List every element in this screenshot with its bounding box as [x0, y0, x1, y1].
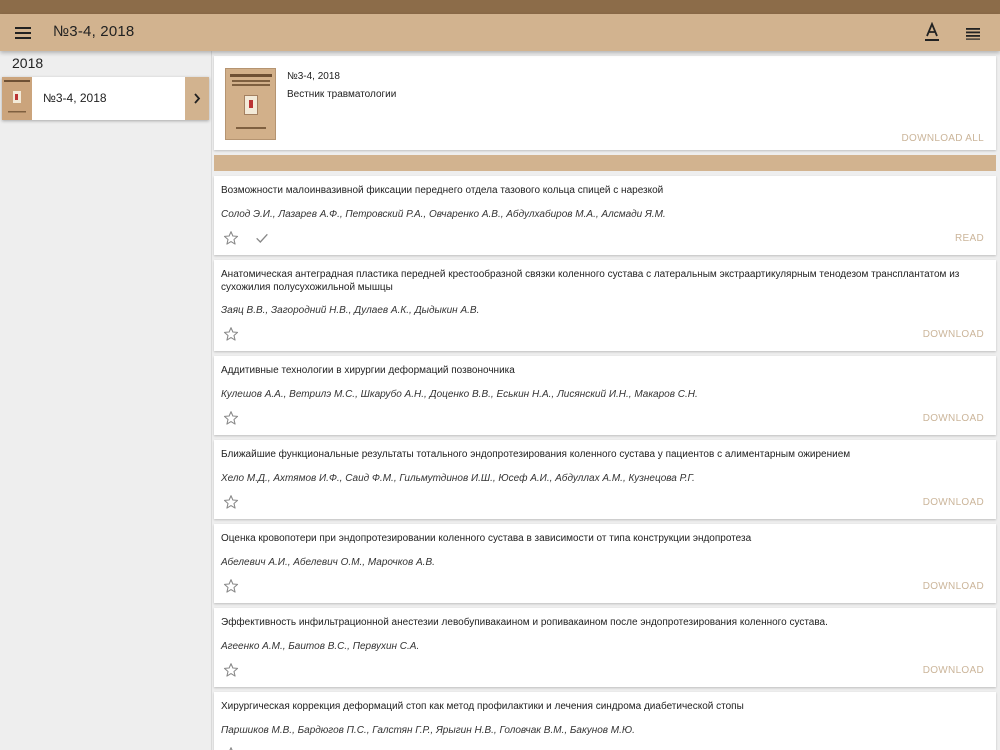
download-all-button[interactable]: DOWNLOAD ALL [901, 133, 984, 144]
star-icon[interactable] [223, 746, 239, 750]
article-authors: Заяц В.В., Загородний Н.В., Дулаев А.К.,… [221, 305, 480, 316]
text-format-icon[interactable] [922, 21, 942, 44]
article-authors: Абелевич А.И., Абелевич О.М., Марочков А… [221, 557, 435, 568]
article-card[interactable]: Ближайшие функциональные результаты тота… [214, 440, 996, 519]
article-card[interactable]: Возможности малоинвазивной фиксации пере… [214, 176, 996, 255]
checkmark-icon [254, 230, 270, 246]
status-bar [0, 0, 1000, 14]
app-toolbar: №3-4, 2018 [0, 14, 1000, 51]
article-authors: Агеенко А.М., Баитов В.С., Первухин С.А. [221, 641, 420, 652]
article-authors: Паршиков М.В., Бардюгов П.С., Галстян Г.… [221, 725, 635, 736]
article-title: Эффективность инфильтрационной анестезии… [221, 617, 828, 628]
issue-cover-image [225, 68, 276, 140]
article-title: Ближайшие функциональные результаты тота… [221, 449, 851, 460]
article-card[interactable]: Оценка кровопотери при эндопротезировани… [214, 524, 996, 603]
sidebar-year-heading: 2018 [12, 55, 44, 71]
journal-name: Вестник травматологии [287, 89, 397, 100]
article-authors: Кулешов А.А., Ветрилэ М.С., Шкарубо А.Н.… [221, 389, 698, 400]
download-button[interactable]: DOWNLOAD [923, 413, 984, 424]
article-card[interactable]: Эффективность инфильтрационной анестезии… [214, 608, 996, 687]
article-authors: Солод Э.И., Лазарев А.Ф., Петровский Р.А… [221, 209, 666, 220]
article-title: Оценка кровопотери при эндопротезировани… [221, 533, 752, 544]
article-card[interactable]: Анатомическая антеградная пластика перед… [214, 260, 996, 351]
article-title: Возможности малоинвазивной фиксации пере… [221, 185, 664, 196]
download-button[interactable]: DOWNLOAD [923, 581, 984, 592]
article-card[interactable]: Аддитивные технологии в хирургии деформа… [214, 356, 996, 435]
issue-header-card: №3-4, 2018 Вестник травматологии DOWNLOA… [214, 56, 996, 150]
article-title: Анатомическая антеградная пластика перед… [221, 269, 960, 293]
download-button[interactable]: DOWNLOAD [923, 329, 984, 340]
main-content: №3-4, 2018 Вестник травматологии DOWNLOA… [214, 51, 996, 750]
section-divider [214, 155, 996, 171]
read-button[interactable]: READ [955, 233, 984, 244]
star-icon[interactable] [223, 494, 239, 510]
download-button[interactable]: DOWNLOAD [923, 665, 984, 676]
menu-icon[interactable] [13, 23, 35, 43]
download-button[interactable]: DOWNLOAD [923, 497, 984, 508]
star-icon[interactable] [223, 230, 239, 246]
star-icon[interactable] [223, 578, 239, 594]
article-authors: Хело М.Д., Ахтямов И.Ф., Саид Ф.М., Гиль… [221, 473, 695, 484]
issue-thumbnail [2, 77, 32, 120]
list-icon[interactable] [963, 23, 983, 43]
star-icon[interactable] [223, 662, 239, 678]
sidebar-item-issue[interactable]: №3-4, 2018 [2, 77, 209, 120]
sidebar-item-label: №3-4, 2018 [43, 91, 107, 105]
star-icon[interactable] [223, 326, 239, 342]
article-title: Хирургическая коррекция деформаций стоп … [221, 701, 744, 712]
issue-number: №3-4, 2018 [287, 71, 340, 82]
article-title: Аддитивные технологии в хирургии деформа… [221, 365, 515, 376]
article-card[interactable]: Хирургическая коррекция деформаций стоп … [214, 692, 996, 750]
sidebar: 2018 №3-4, 2018 [0, 51, 212, 750]
toolbar-title: №3-4, 2018 [53, 23, 135, 40]
chevron-right-icon[interactable] [185, 77, 209, 120]
star-icon[interactable] [223, 410, 239, 426]
